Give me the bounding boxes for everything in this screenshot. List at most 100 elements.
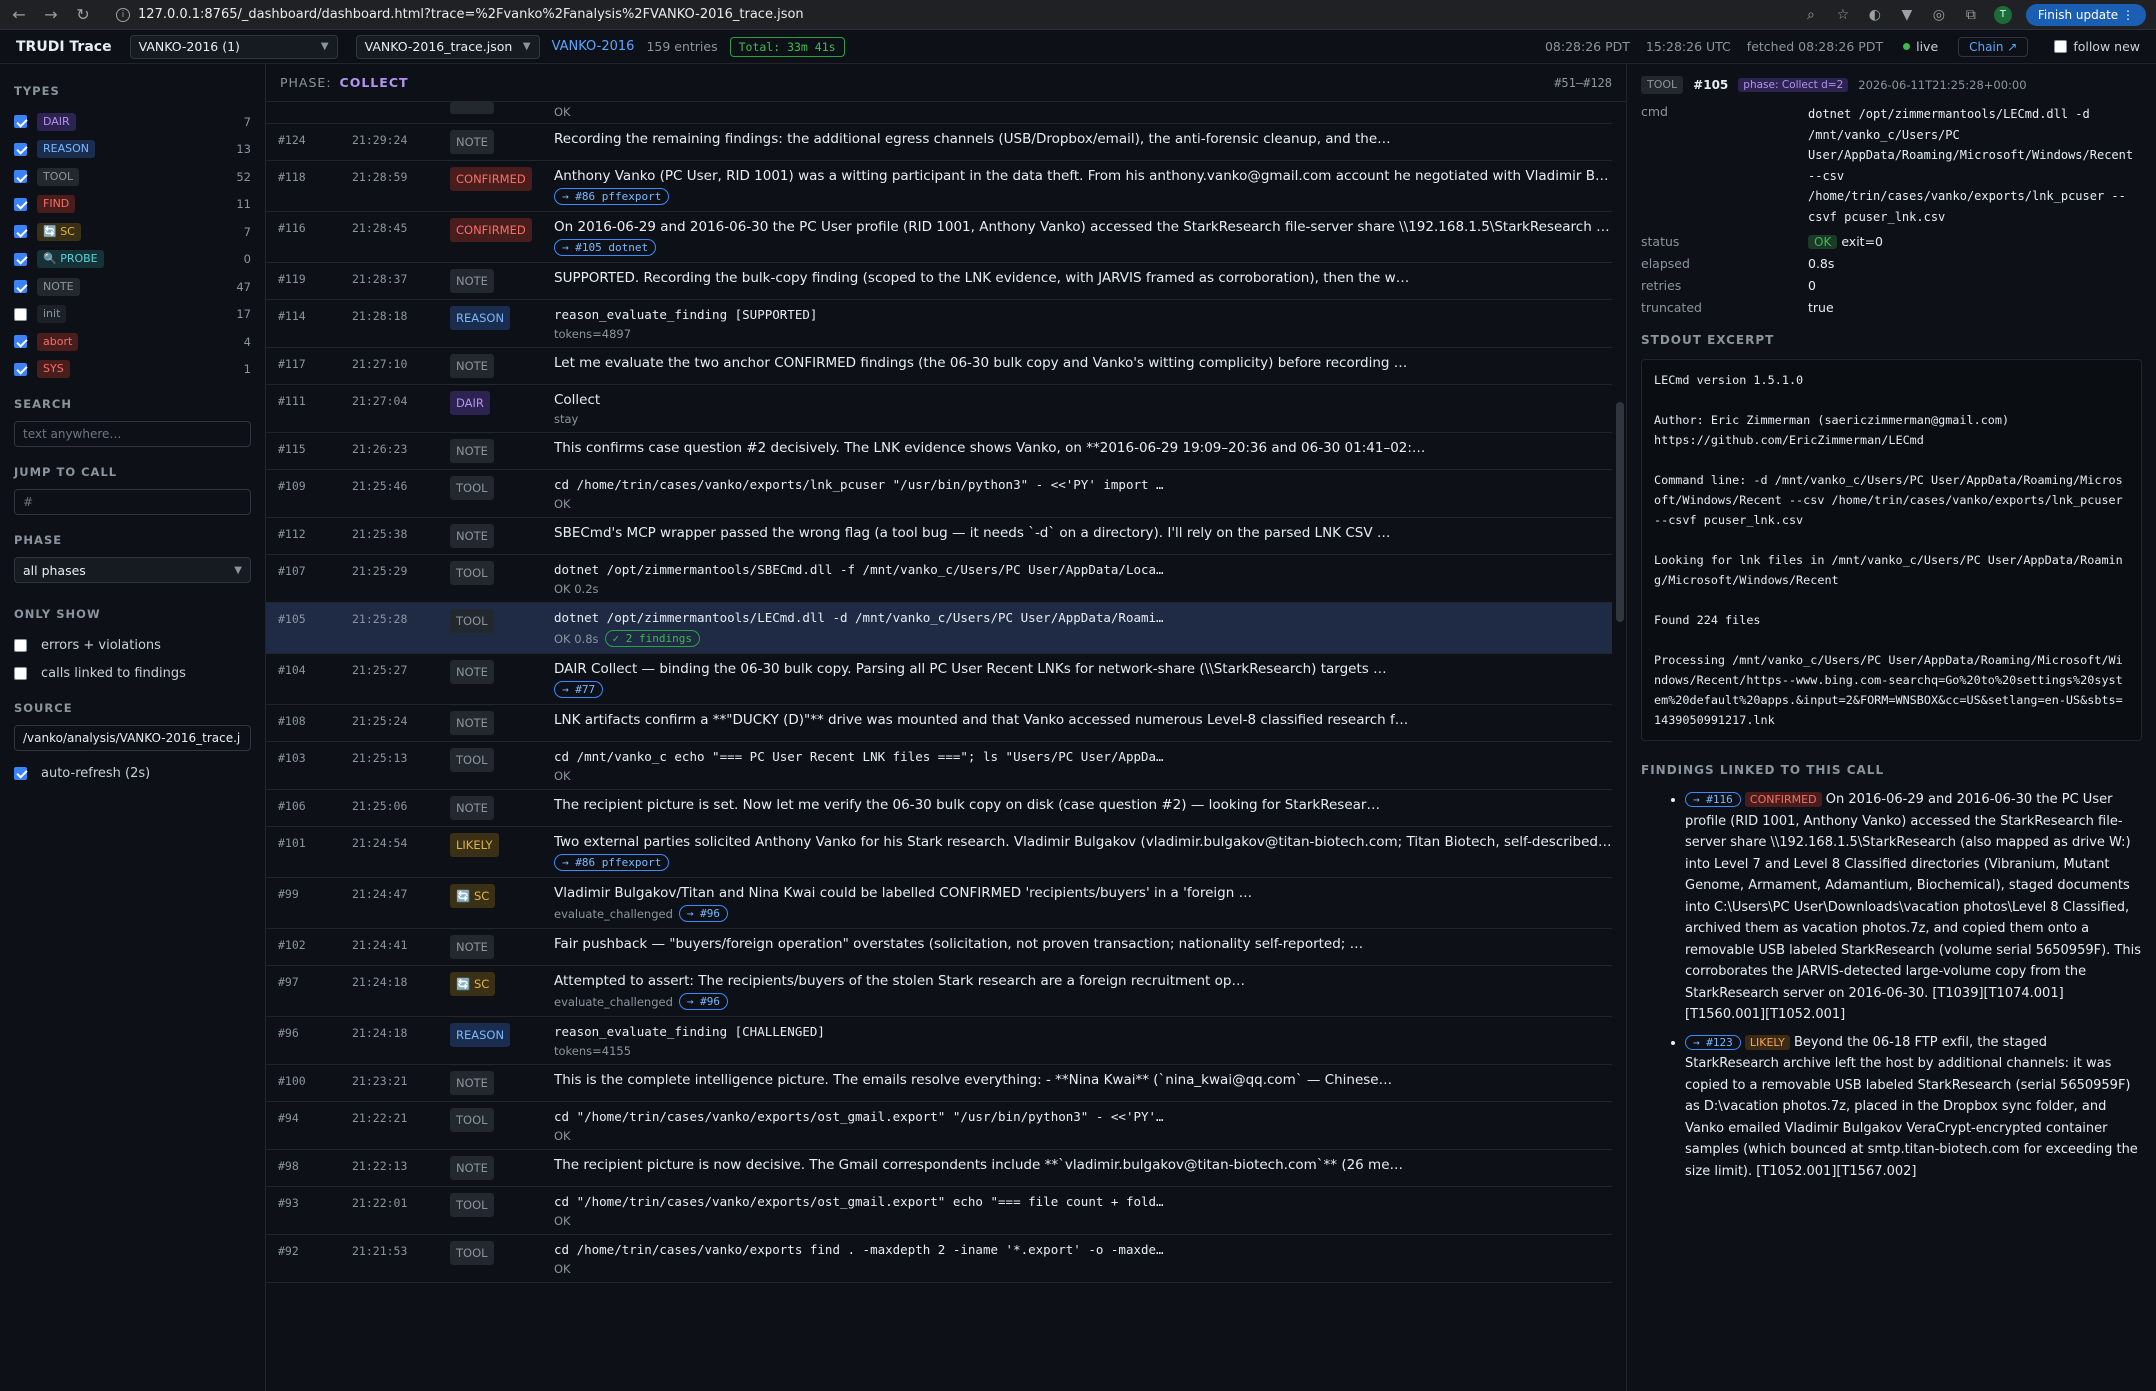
- type-checkbox[interactable]: [14, 280, 27, 294]
- address-bar[interactable]: i 127.0.0.1:8765/_dashboard/dashboard.ht…: [106, 7, 804, 22]
- trace-rows[interactable]: OK #124 21:29:24 NOTE Recording the remaini…: [266, 102, 1626, 1391]
- type-filter-reason[interactable]: REASON 13: [14, 136, 251, 164]
- type-filter-sys[interactable]: SYS 1: [14, 356, 251, 384]
- type-checkbox[interactable]: [14, 142, 27, 156]
- extensions-puzzle-icon[interactable]: ⧉: [1962, 7, 1980, 23]
- trace-select[interactable]: VANKO-2016_trace.json ▼: [355, 34, 540, 59]
- type-checkbox[interactable]: [14, 362, 27, 376]
- extension-circle-icon[interactable]: ◎: [1930, 7, 1948, 23]
- auto-refresh-checkbox[interactable]: [14, 766, 27, 780]
- follow-new-checkbox[interactable]: [2054, 40, 2068, 53]
- type-checkbox[interactable]: [14, 170, 27, 184]
- type-filter-abort[interactable]: abort 4: [14, 328, 251, 356]
- extension-v-icon[interactable]: ▼: [1898, 7, 1916, 23]
- table-row[interactable]: #107 21:25:29 TOOL dotnet /opt/zimmermantoo…: [266, 555, 1612, 603]
- table-row[interactable]: #119 21:28:37 NOTE SUPPORTED. Recording the…: [266, 263, 1612, 300]
- table-row[interactable]: #98 21:22:13 NOTE The recipient picture is …: [266, 1150, 1612, 1187]
- source-input[interactable]: /vanko/analysis/VANKO-2016_trace.j: [14, 725, 251, 751]
- cmd-line: /mnt/vanko_c/Users/PC: [1808, 127, 1960, 142]
- type-checkbox[interactable]: [14, 307, 27, 321]
- finish-update-button[interactable]: Finish update ⋮: [2025, 3, 2146, 26]
- table-row[interactable]: #97 21:24:18 🔄 SC Attempted to assert: The …: [266, 966, 1612, 1017]
- row-link-chip[interactable]: → #86 pffexport: [554, 854, 670, 871]
- row-link-chip[interactable]: → #86 pffexport: [554, 188, 670, 205]
- row-content: reason_evaluate_finding [SUPPORTED] token…: [554, 306, 1612, 341]
- table-row[interactable]: #109 21:25:46 TOOL cd /home/trin/cases/vank…: [266, 470, 1612, 518]
- type-filter-sc[interactable]: 🔄 SC 7: [14, 218, 251, 246]
- profile-avatar[interactable]: T: [1993, 5, 2012, 24]
- table-row[interactable]: #99 21:24:47 🔄 SC Vladimir Bulgakov/Titan a…: [266, 878, 1612, 929]
- chain-button[interactable]: Chain ↗: [1958, 36, 2029, 57]
- table-row[interactable]: #96 21:24:18 REASON reason_evaluate_finding…: [266, 1017, 1612, 1065]
- row-kind-badge: NOTE: [450, 354, 494, 378]
- back-icon[interactable]: ←: [10, 5, 28, 24]
- linked-calls-option[interactable]: calls linked to findings: [14, 659, 251, 687]
- table-row[interactable]: #93 21:22:01 TOOL cd "/home/trin/cases/vank…: [266, 1187, 1612, 1235]
- search-input[interactable]: text anywhere…: [14, 421, 251, 447]
- type-filter-find[interactable]: FIND 11: [14, 191, 251, 219]
- forward-icon[interactable]: →: [42, 5, 60, 24]
- type-filter-init[interactable]: init 17: [14, 301, 251, 329]
- table-row[interactable]: #118 21:28:59 CONFIRMED Anthony Vanko (PC U…: [266, 161, 1612, 212]
- jump-to-call-input[interactable]: #: [14, 489, 251, 515]
- case-select[interactable]: VANKO-2016 (1) ▼: [129, 34, 338, 59]
- errors-violations-option[interactable]: errors + violations: [14, 631, 251, 659]
- row-findings-chip[interactable]: ✓ 2 findings: [604, 630, 701, 647]
- table-row[interactable]: #124 21:29:24 NOTE Recording the remaining …: [266, 124, 1612, 161]
- type-filter-dair[interactable]: DAIR 7: [14, 108, 251, 136]
- row-time: 21:25:46: [352, 479, 408, 493]
- type-checkbox[interactable]: [14, 225, 27, 239]
- row-id: #115: [278, 442, 306, 456]
- finding-link-chip[interactable]: → #116: [1685, 792, 1741, 807]
- table-row[interactable]: #100 21:23:21 NOTE This is the complete int…: [266, 1065, 1612, 1102]
- finding-link-chip[interactable]: → #123: [1685, 1034, 1741, 1050]
- table-row[interactable]: #104 21:25:27 NOTE DAIR Collect — binding t…: [266, 654, 1612, 705]
- type-checkbox[interactable]: [14, 335, 27, 349]
- table-row[interactable]: #114 21:28:18 REASON reason_evaluate_findin…: [266, 300, 1612, 348]
- table-row[interactable]: #115 21:26:23 NOTE This confirms case quest…: [266, 433, 1612, 470]
- table-row[interactable]: #101 21:24:54 LIKELY Two external parties s…: [266, 827, 1612, 878]
- table-row[interactable]: #111 21:27:04 DAIR Collect stay: [266, 385, 1612, 433]
- row-id: #94: [278, 1111, 299, 1125]
- bookmark-star-icon[interactable]: ☆: [1834, 7, 1852, 23]
- follow-new-toggle[interactable]: follow new: [2054, 39, 2140, 54]
- table-row[interactable]: #108 21:25:24 NOTE LNK artifacts confirm a …: [266, 705, 1612, 742]
- type-checkbox[interactable]: [14, 115, 27, 129]
- row-id: #118: [278, 170, 306, 184]
- phase-select[interactable]: all phases ▼: [14, 557, 251, 583]
- type-filter-tool[interactable]: TOOL 52: [14, 163, 251, 191]
- table-row[interactable]: #92 21:21:53 TOOL cd /home/trin/cases/vanko…: [266, 1235, 1612, 1283]
- table-row[interactable]: #105 21:25:28 TOOL dotnet /opt/zimmermantoo…: [266, 603, 1612, 654]
- url-text[interactable]: 127.0.0.1:8765/_dashboard/dashboard.html…: [138, 7, 804, 22]
- auto-refresh-option[interactable]: auto-refresh (2s): [14, 759, 251, 787]
- extension-icon[interactable]: ◐: [1866, 7, 1884, 23]
- reload-icon[interactable]: ↻: [74, 5, 92, 24]
- table-row[interactable]: #112 21:25:38 NOTE SBECmd's MCP wrapper pas…: [266, 518, 1612, 555]
- row-link-chip[interactable]: → #77: [554, 681, 604, 698]
- row-link-chip[interactable]: → #96: [678, 905, 729, 922]
- table-row[interactable]: #116 21:28:45 CONFIRMED On 2016-06-29 and 2…: [266, 212, 1612, 263]
- type-checkbox[interactable]: [14, 197, 27, 211]
- linked-calls-checkbox[interactable]: [14, 666, 27, 680]
- row-text: Collect: [554, 392, 601, 408]
- row-link-chip[interactable]: → #105 dotnet: [554, 239, 657, 256]
- type-filter-probe[interactable]: 🔍 PROBE 0: [14, 246, 251, 274]
- zoom-icon[interactable]: ⌕: [1802, 7, 1820, 23]
- table-row[interactable]: #94 21:22:21 TOOL cd "/home/trin/cases/vank…: [266, 1102, 1612, 1150]
- type-checkbox[interactable]: [14, 252, 27, 266]
- row-id: #108: [278, 714, 306, 728]
- row-kind-badge: NOTE: [450, 711, 494, 735]
- row-kind: TOOL: [450, 748, 554, 772]
- type-filter-note[interactable]: NOTE 47: [14, 273, 251, 301]
- site-info-icon[interactable]: i: [116, 7, 130, 22]
- errors-checkbox[interactable]: [14, 638, 27, 652]
- table-row[interactable]: #102 21:24:41 NOTE Fair pushback — "buyers/…: [266, 929, 1612, 966]
- table-row[interactable]: #106 21:25:06 NOTE The recipient picture is…: [266, 790, 1612, 827]
- row-id: #103: [278, 751, 306, 765]
- scrollbar-thumb[interactable]: [1616, 402, 1624, 622]
- table-row[interactable]: #103 21:25:13 TOOL cd /mnt/vanko_c echo "==…: [266, 742, 1612, 790]
- table-row[interactable]: #117 21:27:10 NOTE Let me evaluate the two …: [266, 348, 1612, 385]
- row-status: OK: [554, 497, 571, 511]
- row-link-chip[interactable]: → #96: [678, 993, 729, 1010]
- table-row[interactable]: OK: [266, 102, 1612, 124]
